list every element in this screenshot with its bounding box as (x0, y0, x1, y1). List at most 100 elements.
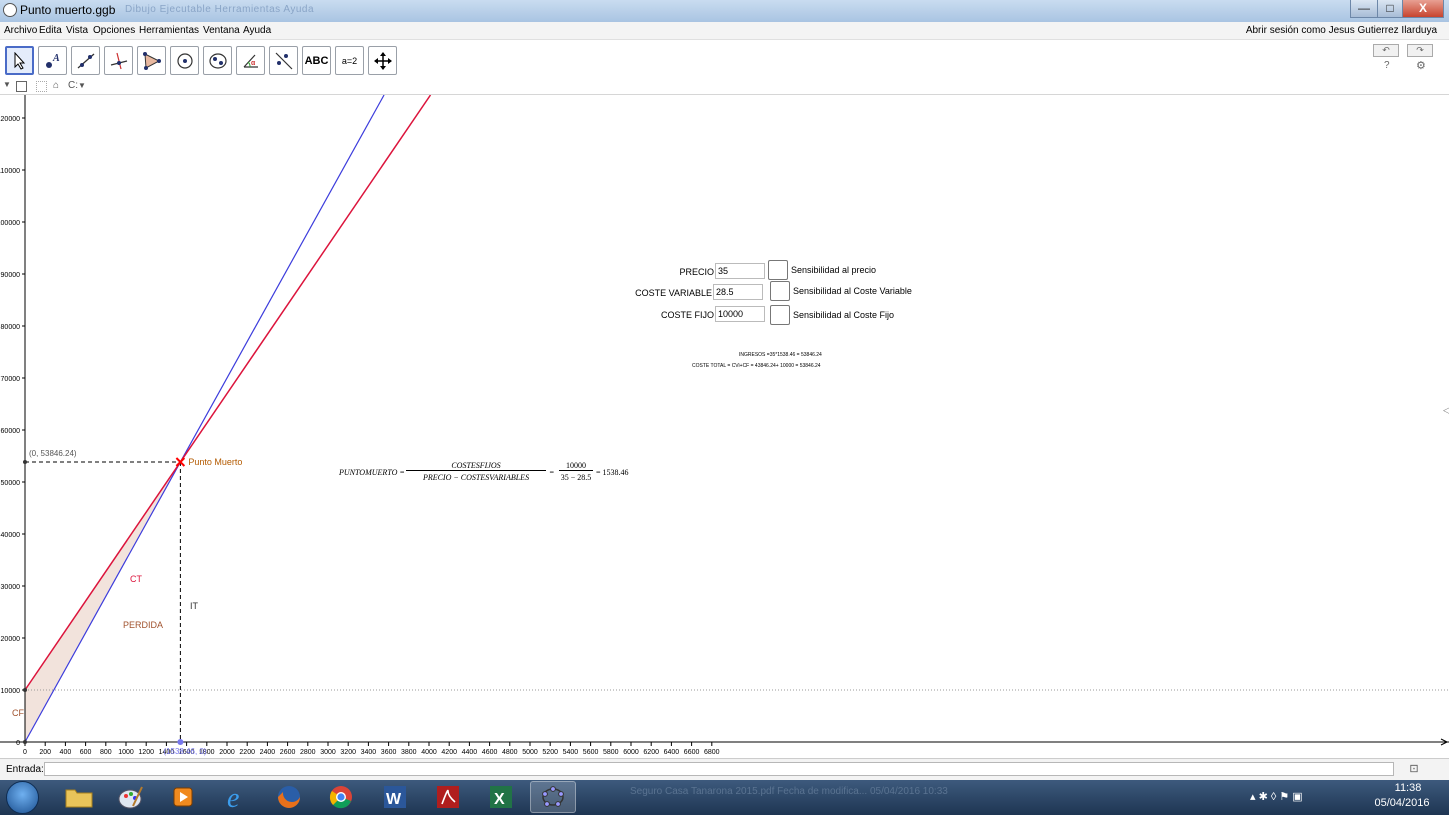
gear-icon[interactable]: ⚙ (1416, 59, 1426, 72)
y-projection-point (23, 460, 27, 464)
menu-opciones[interactable]: Opciones (93, 25, 135, 36)
x-tick-label: 800 (100, 749, 112, 756)
title-bar: Punto muerto.ggb Dibujo Ejecutable Herra… (0, 0, 1449, 22)
chevron-down-icon: ▼ (78, 81, 86, 90)
menu-ayuda[interactable]: Ayuda (243, 25, 271, 36)
chrome-app[interactable] (318, 781, 364, 813)
perpendicular-tool-button[interactable] (104, 46, 133, 75)
breakeven-plot[interactable]: 0 200 400 600 800 1000 1200 1400 1600 1800 2000 220… (0, 94, 1449, 757)
y-tick-label: 110000 (0, 168, 20, 175)
sensibilidad-precio-checkbox[interactable] (768, 260, 788, 280)
system-tray-icons[interactable]: ▴ ✱ ◊ ⚑ ▣ (1250, 790, 1303, 803)
move-arrows-icon (373, 51, 392, 70)
y-tick-label: 60000 (1, 428, 21, 435)
acrobat-app[interactable] (425, 781, 471, 813)
style-bar: ▼ ⌂ C:▼ (0, 80, 1449, 95)
start-button[interactable] (6, 781, 39, 814)
formula-frac1-den: PRECIO − COSTESVARIABLES (422, 473, 530, 482)
formula-frac2-num: 10000 (559, 461, 593, 471)
coste-fijo-input[interactable] (715, 306, 765, 322)
coste-variable-label: COSTE VARIABLE (635, 288, 712, 298)
coste-variable-row: COSTE VARIABLE Sensibilidad al Coste Var… (600, 281, 930, 303)
angle-tool-button[interactable]: α (236, 46, 265, 75)
sensibilidad-coste-fijo-checkbox[interactable] (770, 305, 790, 325)
media-app[interactable] (160, 781, 206, 813)
x-tick-label: 3800 (401, 749, 417, 756)
fixed-cost-point (23, 688, 27, 692)
maximize-button[interactable]: □ (1377, 0, 1403, 18)
toolbar: A α ABC a=2 ↶ ↷ (0, 40, 1449, 80)
slider-tool-button[interactable]: a=2 (335, 46, 364, 75)
menu-archivo[interactable]: Archivo (4, 25, 37, 36)
x-tick-label: 200 (39, 749, 51, 756)
move-tool-button[interactable] (5, 46, 34, 75)
formula-lhs: PUNTOMUERTO = (339, 468, 405, 477)
undo-button[interactable]: ↶ (1373, 44, 1399, 57)
home-icon[interactable]: ⌂ (53, 80, 59, 91)
collapse-arrow-icon[interactable]: ▼ (3, 80, 11, 89)
command-input[interactable] (44, 762, 1394, 776)
sensibilidad-coste-variable-checkbox[interactable] (770, 281, 790, 301)
excel-app[interactable]: X (478, 781, 524, 813)
perdida-label: PERDIDA (123, 620, 163, 630)
x-tick-label: 2000 (219, 749, 235, 756)
minimize-button[interactable]: — (1350, 0, 1378, 18)
circle-tool-button[interactable] (170, 46, 199, 75)
y-tick-label: 50000 (1, 480, 21, 487)
axes-toggle-icon[interactable] (16, 81, 27, 92)
reflect-icon (275, 52, 292, 69)
geogebra-app[interactable] (530, 781, 576, 813)
precio-label: PRECIO (679, 267, 714, 277)
geogebra-logo-icon (3, 3, 17, 17)
word-app[interactable]: W (372, 781, 418, 813)
clock-date[interactable]: 05/04/2016 (1370, 797, 1434, 809)
faded-title-menu: Dibujo Ejecutable Herramientas Ayuda (125, 4, 315, 15)
ellipse-icon (208, 52, 227, 69)
line-tool-button[interactable] (71, 46, 100, 75)
menu-edita[interactable]: Edita (39, 25, 62, 36)
explorer-app[interactable] (56, 781, 102, 813)
x-tick-label: 4800 (502, 749, 518, 756)
formula-frac2-den: 35 − 28.5 (560, 473, 592, 482)
input-help-icon[interactable]: ⊡ (1407, 762, 1421, 776)
point-capture-label: C: (68, 80, 78, 91)
input-bar: Entrada: ⊡ (0, 758, 1449, 781)
menu-vista[interactable]: Vista (66, 25, 88, 36)
origin-point (23, 740, 27, 744)
move-view-tool-button[interactable] (368, 46, 397, 75)
x-tick-label: 2400 (260, 749, 276, 756)
x-tick-label: 3000 (320, 749, 336, 756)
grid-toggle-icon[interactable] (36, 81, 47, 92)
redo-button[interactable]: ↷ (1407, 44, 1433, 57)
point-capture-dropdown[interactable]: C:▼ (68, 80, 86, 91)
close-button[interactable]: X (1402, 0, 1444, 18)
word-icon: W (384, 786, 406, 808)
menu-ventana[interactable]: Ventana (203, 25, 240, 36)
coste-variable-input[interactable] (713, 284, 763, 300)
login-link[interactable]: Abrir sesión como Jesus Gutierrez Ilardu… (1246, 25, 1437, 36)
angle-icon: α (243, 54, 258, 68)
point-tool-button[interactable]: A (38, 46, 67, 75)
x-tick-label: 600 (80, 749, 92, 756)
window-title: Punto muerto.ggb (20, 3, 116, 17)
polygon-tool-button[interactable] (137, 46, 166, 75)
sensibilidad-precio-label: Sensibilidad al precio (791, 265, 877, 275)
ie-app[interactable]: e (214, 781, 260, 813)
text-tool-button[interactable]: ABC (302, 46, 331, 75)
y-tick-label: 10000 (1, 688, 21, 695)
reflect-tool-button[interactable] (269, 46, 298, 75)
help-icon[interactable]: ? (1384, 60, 1390, 71)
firefox-app[interactable] (266, 781, 312, 813)
menu-herramientas[interactable]: Herramientas (139, 25, 199, 36)
paint-app[interactable] (108, 781, 154, 813)
precio-row: PRECIO Sensibilidad al precio (600, 260, 930, 282)
x-tick-label: 5800 (603, 749, 619, 756)
precio-input[interactable] (715, 263, 765, 279)
clock-time[interactable]: 11:38 (1383, 782, 1433, 794)
x-tick-label: 0 (23, 749, 27, 756)
conic-tool-button[interactable] (203, 46, 232, 75)
y-tick-label: 120000 (0, 116, 20, 123)
sensibilidad-coste-fijo-label: Sensibilidad al Coste Fijo (793, 310, 895, 320)
graphics-view[interactable]: 0 200 400 600 800 1000 1200 1400 1600 1800 2000 220… (0, 94, 1449, 757)
x-tick-label: 3200 (340, 749, 356, 756)
